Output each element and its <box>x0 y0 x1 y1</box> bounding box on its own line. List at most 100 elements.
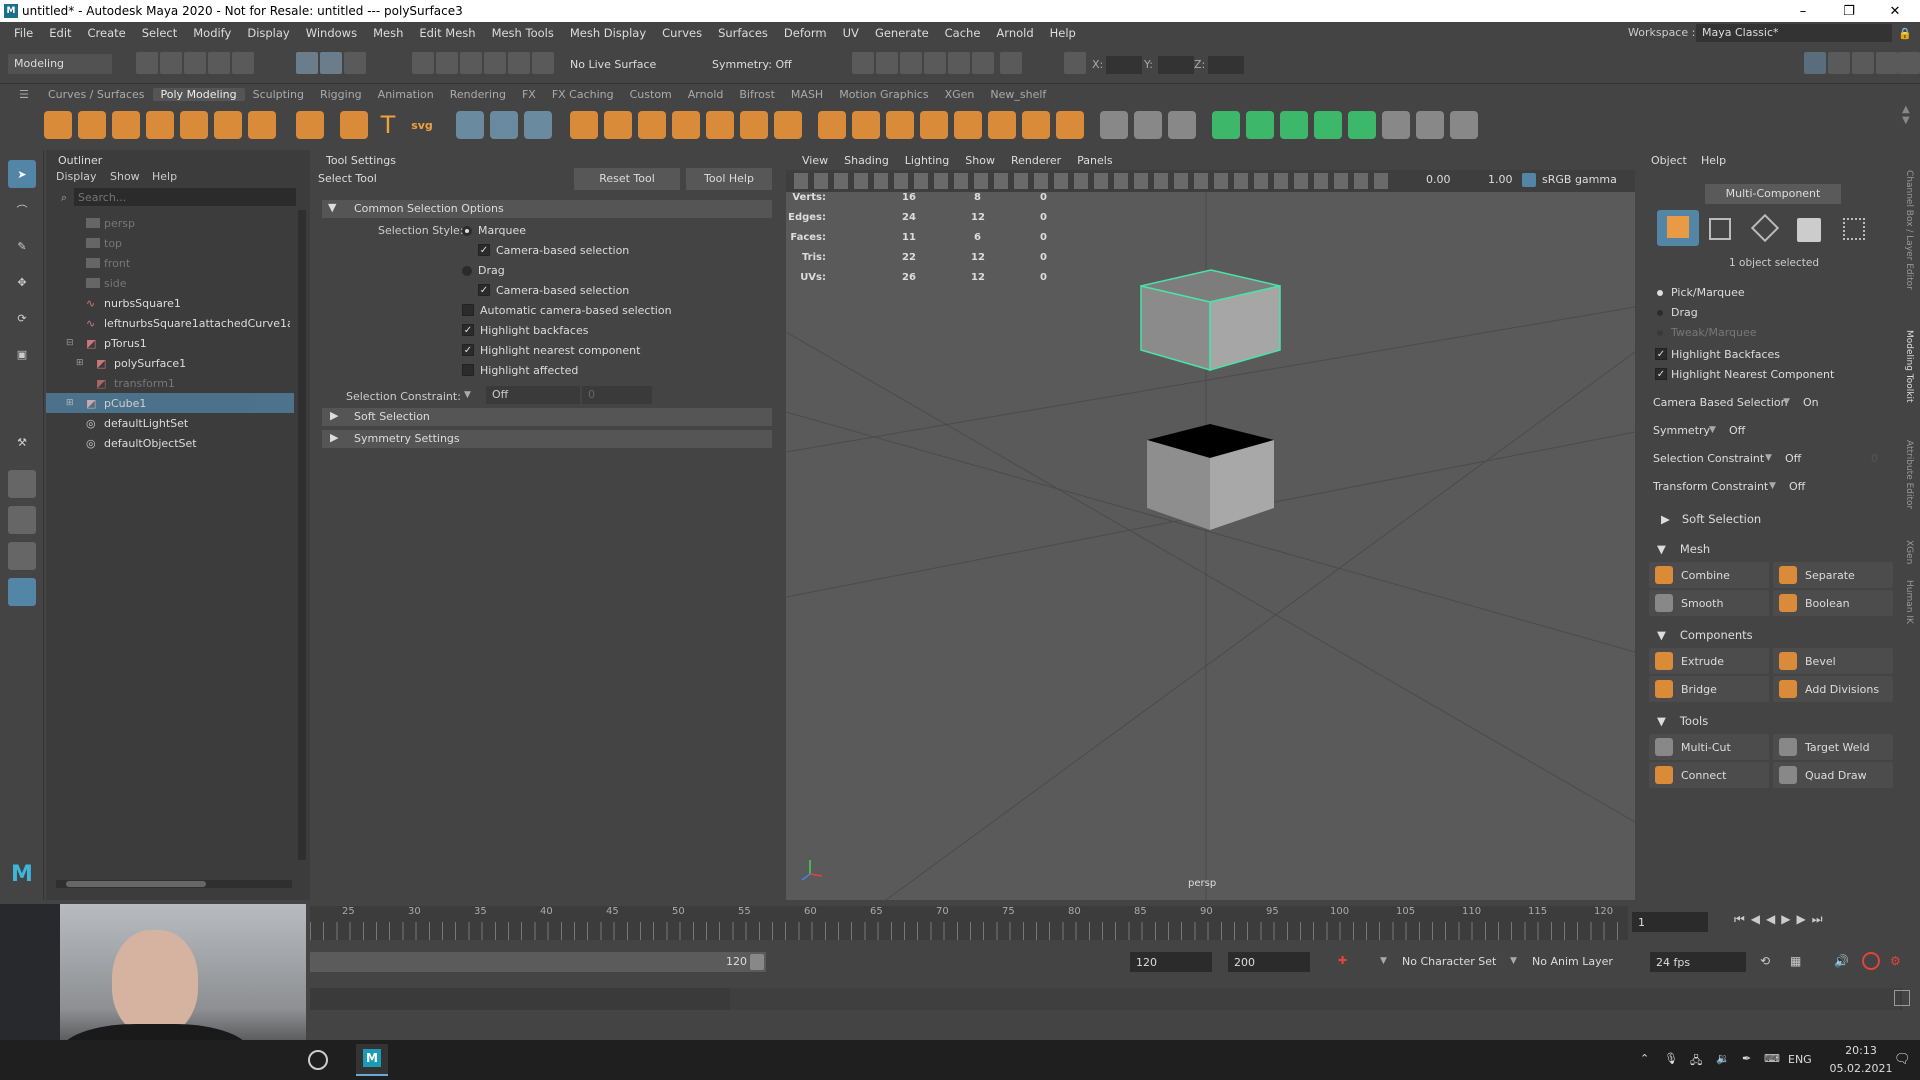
highlight-backfaces-checkbox[interactable]: ✓ <box>462 324 474 336</box>
gamma-field[interactable]: 1.00 <box>1488 173 1513 186</box>
boolean-shelf-icon[interactable] <box>774 111 802 139</box>
menu-uv[interactable]: UV <box>835 26 867 40</box>
rotate-tool-icon[interactable]: ⟳ <box>8 304 36 332</box>
hypershade-icon[interactable] <box>948 52 970 74</box>
combine-button[interactable]: Combine <box>1649 562 1769 588</box>
combine-shelf-icon[interactable] <box>570 111 598 139</box>
boolean-button[interactable]: Boolean <box>1773 590 1893 616</box>
range-max-field[interactable]: 200 <box>1228 952 1310 972</box>
outliner-item-side[interactable]: side <box>46 273 294 293</box>
outliner-vscroll[interactable] <box>298 210 306 860</box>
selected-cube[interactable] <box>1140 269 1281 371</box>
poly-sphere-icon[interactable] <box>44 111 72 139</box>
taskbar-maya-app[interactable]: M <box>356 1044 388 1076</box>
tab-custom[interactable]: Custom <box>622 88 680 101</box>
new-scene-icon[interactable] <box>136 52 158 74</box>
outliner-item-transform1[interactable]: ◩ transform1 <box>46 373 294 393</box>
render-settings-icon[interactable] <box>924 52 946 74</box>
menu-edit-mesh[interactable]: Edit Mesh <box>411 26 483 40</box>
tab-bifrost[interactable]: Bifrost <box>731 88 783 101</box>
snap-surface-icon[interactable] <box>508 52 530 74</box>
poke-shelf-icon[interactable] <box>988 111 1016 139</box>
menu-mesh-tools[interactable]: Mesh Tools <box>484 26 562 40</box>
range-slider[interactable]: 120 <box>310 952 766 972</box>
open-scene-icon[interactable] <box>160 52 182 74</box>
mic-icon[interactable]: 🎙 <box>1664 1052 1678 1065</box>
side-tab-human-ik[interactable]: Human IK <box>1904 580 1914 624</box>
tray-chevron-icon[interactable]: ⌃ <box>1640 1052 1649 1065</box>
tab-fx-caching[interactable]: FX Caching <box>544 88 622 101</box>
playback-controls[interactable]: ⏮◀◀▶▶⏭ <box>1734 912 1914 932</box>
tool-settings-icon[interactable] <box>1852 52 1874 74</box>
tab-rigging[interactable]: Rigging <box>312 88 370 101</box>
poly-cube-icon[interactable] <box>78 111 106 139</box>
clock-date[interactable]: 05.02.2021 <box>1828 1062 1894 1075</box>
vertex-mode-icon[interactable] <box>1709 218 1731 240</box>
shelf-menu-icon[interactable]: ☰ <box>16 88 32 101</box>
ipr-render-icon[interactable] <box>900 52 922 74</box>
quad-draw-button[interactable]: Quad Draw <box>1773 762 1893 788</box>
wedge-shelf-icon[interactable] <box>954 111 982 139</box>
menu-windows[interactable]: Windows <box>298 26 365 40</box>
attribute-editor-icon[interactable] <box>1828 52 1850 74</box>
redo-icon[interactable] <box>232 52 254 74</box>
character-set-select[interactable]: No Character Set <box>1402 955 1496 968</box>
marquee-radio[interactable] <box>462 226 472 236</box>
tab-motion-graphics[interactable]: Motion Graphics <box>831 88 936 101</box>
script-editor-icon[interactable] <box>1894 990 1910 1006</box>
mk-menu-help[interactable]: Help <box>1701 154 1726 167</box>
loop-icon[interactable]: ⟲ <box>1760 954 1770 968</box>
extrude-button[interactable]: Extrude <box>1649 648 1769 674</box>
type-tool-icon[interactable]: T <box>374 111 402 139</box>
multi-cut-shelf-icon[interactable] <box>1100 111 1128 139</box>
time-slider[interactable]: 25 30 35 40 45 50 55 60 65 70 75 80 85 9… <box>310 906 1628 940</box>
command-line[interactable] <box>310 988 1902 1010</box>
uv-spherical-shelf-icon[interactable] <box>1280 111 1308 139</box>
components-section-header[interactable]: ▼ Components <box>1657 628 1753 642</box>
uv-auto-shelf-icon[interactable] <box>1314 111 1342 139</box>
fill-hole-shelf-icon[interactable] <box>920 111 948 139</box>
color-management-icon[interactable] <box>1522 173 1536 187</box>
outliner-menu-show[interactable]: Show <box>110 170 140 183</box>
target-weld-button[interactable]: Target Weld <box>1773 734 1893 760</box>
poly-cone-icon[interactable] <box>146 111 174 139</box>
x-field[interactable] <box>1106 56 1142 74</box>
tab-mash[interactable]: MASH <box>783 88 831 101</box>
menu-create[interactable]: Create <box>80 26 134 40</box>
poly-disc-icon[interactable] <box>248 111 276 139</box>
channel-box-icon[interactable] <box>1876 52 1898 74</box>
lasso-tool-icon[interactable]: ⌒ <box>8 196 36 224</box>
vp-menu-renderer[interactable]: Renderer <box>1003 154 1069 167</box>
maximize-button[interactable]: ❐ <box>1826 0 1872 22</box>
mk-hl-backfaces-checkbox[interactable]: ✓ <box>1655 348 1667 360</box>
last-tool-icon[interactable]: ⚒ <box>8 428 36 456</box>
center-pivot-icon[interactable] <box>456 111 484 139</box>
mesh-section-header[interactable]: ▼ Mesh <box>1657 542 1710 556</box>
camera-based-checkbox-2[interactable]: ✓ <box>478 284 490 296</box>
selection-constraint-select[interactable]: Off <box>486 386 580 404</box>
mk-hl-nearest-checkbox[interactable]: ✓ <box>1655 368 1667 380</box>
outliner-item-leftnurbssquare[interactable]: ∿leftnurbsSquare1attachedCurve1attac <box>46 313 294 333</box>
volume-icon[interactable]: 🔉 <box>1716 1052 1730 1065</box>
dropdown-arrow-icon[interactable]: ▼ <box>1765 453 1772 463</box>
menu-curves[interactable]: Curves <box>654 26 710 40</box>
menu-surfaces[interactable]: Surfaces <box>710 26 776 40</box>
connect-button[interactable]: Connect <box>1649 762 1769 788</box>
tab-xgen[interactable]: XGen <box>937 88 983 101</box>
expand-icon[interactable]: ⊞ <box>76 358 84 368</box>
platonic-solid-icon[interactable] <box>296 111 324 139</box>
scale-tool-icon[interactable]: ▣ <box>8 340 36 368</box>
outliner-layout-icon[interactable] <box>8 578 36 606</box>
outliner-search-input[interactable] <box>74 188 296 206</box>
outliner-item-defaultlightset[interactable]: ◎ defaultLightSet <box>46 413 294 433</box>
minimize-button[interactable]: – <box>1780 0 1826 22</box>
current-frame-field[interactable]: 1 <box>1632 912 1708 932</box>
outliner-menu-display[interactable]: Display <box>56 170 97 183</box>
workspace-select[interactable]: Maya Classic* <box>1696 24 1892 42</box>
prefs-icon[interactable]: ⚙ <box>1890 954 1901 968</box>
menu-help[interactable]: Help <box>1042 26 1084 40</box>
keyboard-icon[interactable]: ⌨ <box>1764 1052 1780 1065</box>
pick-marquee-radio[interactable] <box>1657 290 1663 296</box>
vp-menu-show[interactable]: Show <box>957 154 1003 167</box>
shelf-scroll-icon[interactable]: ▲ ▼ <box>1902 104 1916 150</box>
